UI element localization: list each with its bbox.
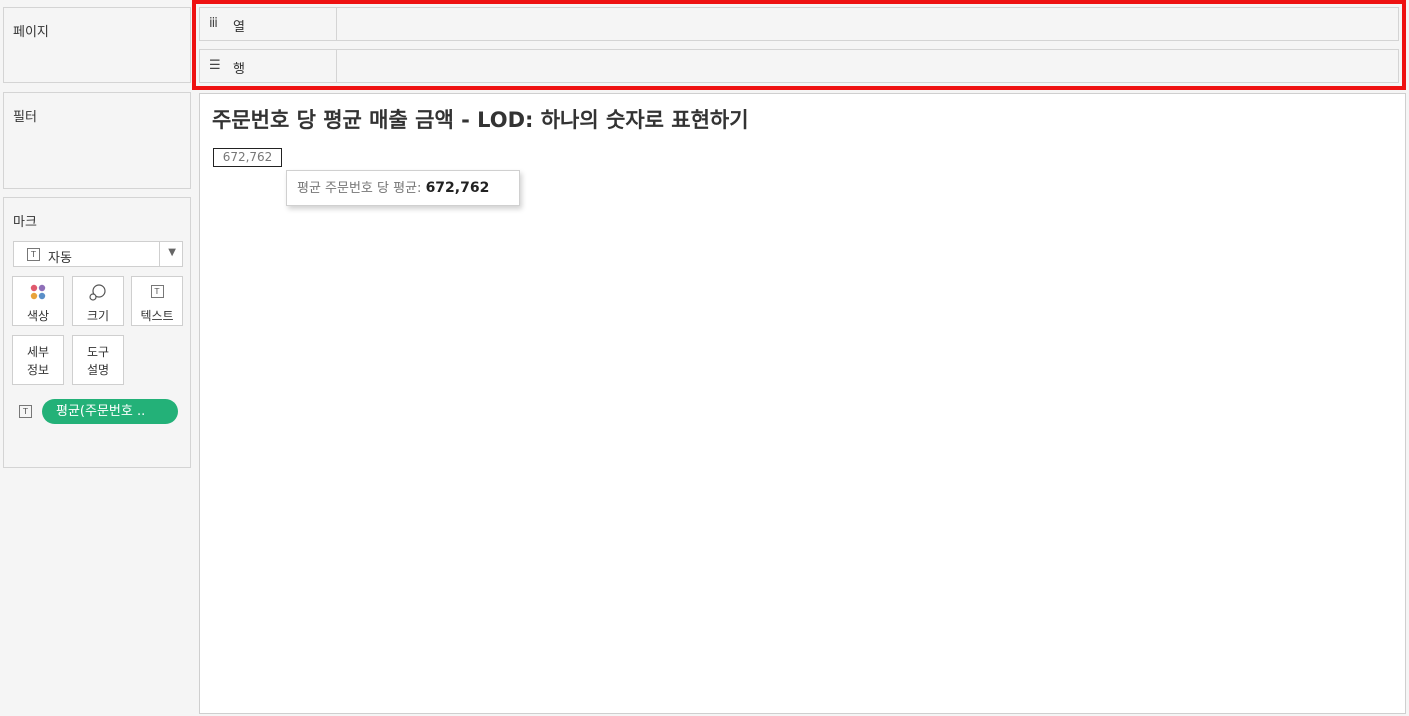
text-button[interactable]: T 텍스트 xyxy=(131,276,183,326)
avg-sales-value-mark[interactable]: 672,762 xyxy=(213,148,282,167)
columns-shelf-header: iii 열 xyxy=(200,8,337,40)
worksheet-title[interactable]: 주문번호 당 평균 매출 금액 - LOD: 하나의 숫자로 표현하기 xyxy=(212,104,749,134)
size-button-label: 크기 xyxy=(86,309,110,323)
detail-button-label: 세부 정보 xyxy=(26,345,50,377)
pages-card[interactable]: 페이지 xyxy=(3,7,191,83)
text-icon: T xyxy=(132,283,182,299)
marks-card: 마크 T 자동 ▼ 색상 크기 T 텍스트 세부 정보 도구 설명 T 평균(주… xyxy=(3,197,191,468)
avg-order-field-pill[interactable]: 평균(주문번호 .. xyxy=(42,399,178,424)
size-button[interactable]: 크기 xyxy=(72,276,124,326)
filters-card-title: 필터 xyxy=(13,110,37,125)
tooltip-label: 평균 주문번호 당 평균: xyxy=(297,181,422,196)
text-button-label: 텍스트 xyxy=(140,309,174,323)
detail-button[interactable]: 세부 정보 xyxy=(12,335,64,385)
rows-shelf-header: ☰ 행 xyxy=(200,50,337,82)
dropdown-divider xyxy=(159,242,160,266)
columns-shelf-label: 열 xyxy=(233,20,245,35)
text-encoding-icon[interactable]: T xyxy=(19,405,32,418)
size-circles-icon xyxy=(73,283,123,301)
tooltip-value: 672,762 xyxy=(425,180,490,196)
tooltip-button-label: 도구 설명 xyxy=(86,345,110,377)
chevron-down-icon[interactable]: ▼ xyxy=(168,247,176,258)
rows-list-icon: ☰ xyxy=(209,58,221,73)
color-dots-icon xyxy=(13,283,63,300)
marks-card-title: 마크 xyxy=(13,215,37,230)
rows-shelf: ☰ 행 xyxy=(199,49,1399,83)
color-button-label: 색상 xyxy=(26,309,50,323)
color-button[interactable]: 색상 xyxy=(12,276,64,326)
mark-type-label: 자동 xyxy=(48,251,72,266)
mark-tooltip: 평균 주문번호 당 평균: 672,762 xyxy=(286,170,520,206)
rows-shelf-label: 행 xyxy=(233,62,245,77)
columns-icon: iii xyxy=(209,16,218,31)
mark-type-dropdown[interactable]: T 자동 ▼ xyxy=(13,241,183,267)
shelves-highlight-frame: iii 열 ☰ 행 xyxy=(192,0,1406,90)
text-mark-icon: T xyxy=(27,248,40,261)
columns-drop-area[interactable] xyxy=(337,8,1398,40)
tooltip-button[interactable]: 도구 설명 xyxy=(72,335,124,385)
worksheet-view[interactable]: 주문번호 당 평균 매출 금액 - LOD: 하나의 숫자로 표현하기 672,… xyxy=(199,93,1406,714)
pages-card-title: 페이지 xyxy=(13,25,49,40)
columns-shelf: iii 열 xyxy=(199,7,1399,41)
filters-card[interactable]: 필터 xyxy=(3,92,191,189)
rows-drop-area[interactable] xyxy=(337,50,1398,82)
